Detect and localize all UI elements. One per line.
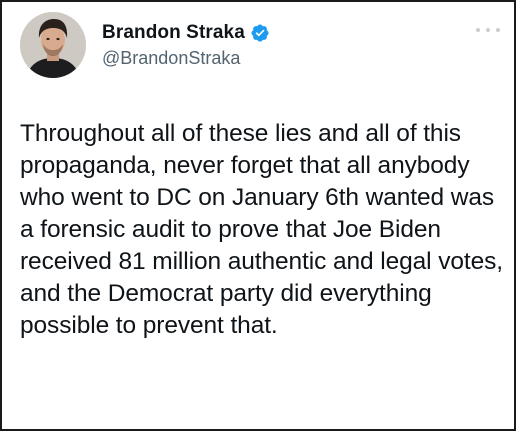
author-handle[interactable]: @BrandonStraka bbox=[102, 48, 270, 69]
name-row: Brandon Straka bbox=[102, 20, 270, 46]
more-dot bbox=[496, 28, 500, 32]
author-avatar[interactable] bbox=[20, 12, 86, 78]
tweet-body-text: Throughout all of these lies and all of … bbox=[20, 120, 510, 339]
tweet-card: Brandon Straka @BrandonStraka Throughout… bbox=[0, 0, 516, 431]
more-options-icon[interactable] bbox=[476, 24, 500, 36]
more-dot bbox=[486, 28, 490, 32]
verified-badge-icon bbox=[250, 23, 270, 43]
more-dot bbox=[476, 28, 480, 32]
tweet-header: Brandon Straka @BrandonStraka bbox=[20, 12, 500, 88]
author-display-name[interactable]: Brandon Straka bbox=[102, 22, 245, 44]
author-identity: Brandon Straka @BrandonStraka bbox=[102, 20, 270, 69]
